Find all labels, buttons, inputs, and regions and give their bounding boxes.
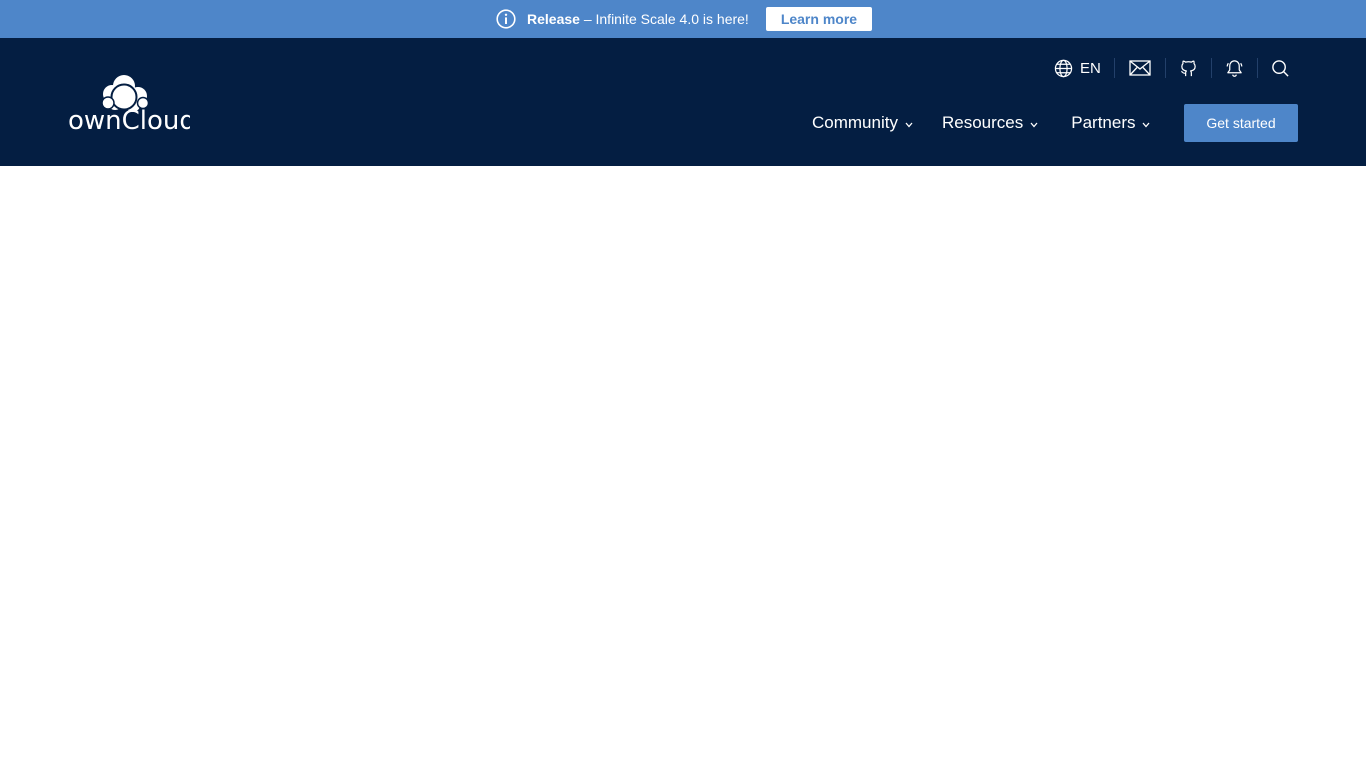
globe-icon: [1054, 59, 1073, 78]
chevron-down-icon: [905, 113, 913, 133]
github-icon: [1179, 59, 1198, 78]
language-label: EN: [1080, 59, 1101, 77]
language-switcher[interactable]: EN: [1054, 56, 1114, 80]
bell-icon: [1225, 59, 1244, 78]
utility-nav: EN: [1054, 56, 1290, 80]
nav-item-label: Resources: [941, 113, 1024, 132]
main-content: [0, 166, 1366, 768]
mail-link[interactable]: [1115, 56, 1165, 80]
svg-text:ownCloud: ownCloud: [68, 106, 190, 132]
learn-more-button[interactable]: Learn more: [765, 7, 873, 31]
nav-item-partners[interactable]: Partners: [1071, 113, 1150, 133]
search-icon: [1271, 59, 1290, 78]
get-started-button[interactable]: Get started: [1184, 104, 1298, 142]
announcement-text: Release – Infinite Scale 4.0 is here!: [527, 11, 749, 27]
nav-item-resources[interactable]: Resources: [942, 113, 1038, 133]
info-icon: [496, 9, 516, 29]
owncloud-logo[interactable]: ownCloud: [68, 72, 196, 136]
mail-icon: [1129, 60, 1151, 76]
chevron-down-icon: [1030, 113, 1038, 133]
announcement-bar: Release – Infinite Scale 4.0 is here! Le…: [0, 0, 1366, 38]
search-button[interactable]: [1258, 56, 1290, 80]
announcement-message: – Infinite Scale 4.0 is here!: [579, 11, 749, 27]
github-link[interactable]: [1166, 56, 1211, 80]
nav-item-label: Community: [812, 113, 898, 132]
site-header: ownCloud EN Community Resources Partners…: [0, 38, 1366, 166]
announcement-content: Release – Infinite Scale 4.0 is here! Le…: [496, 0, 873, 38]
nav-item-label: Partners: [1071, 113, 1136, 132]
chevron-down-icon: [1142, 113, 1150, 133]
notification-link[interactable]: [1212, 56, 1257, 80]
announcement-label: Release: [527, 11, 580, 27]
nav-item-community[interactable]: Community: [812, 113, 913, 133]
main-nav: Community Resources Partners: [812, 104, 1150, 142]
